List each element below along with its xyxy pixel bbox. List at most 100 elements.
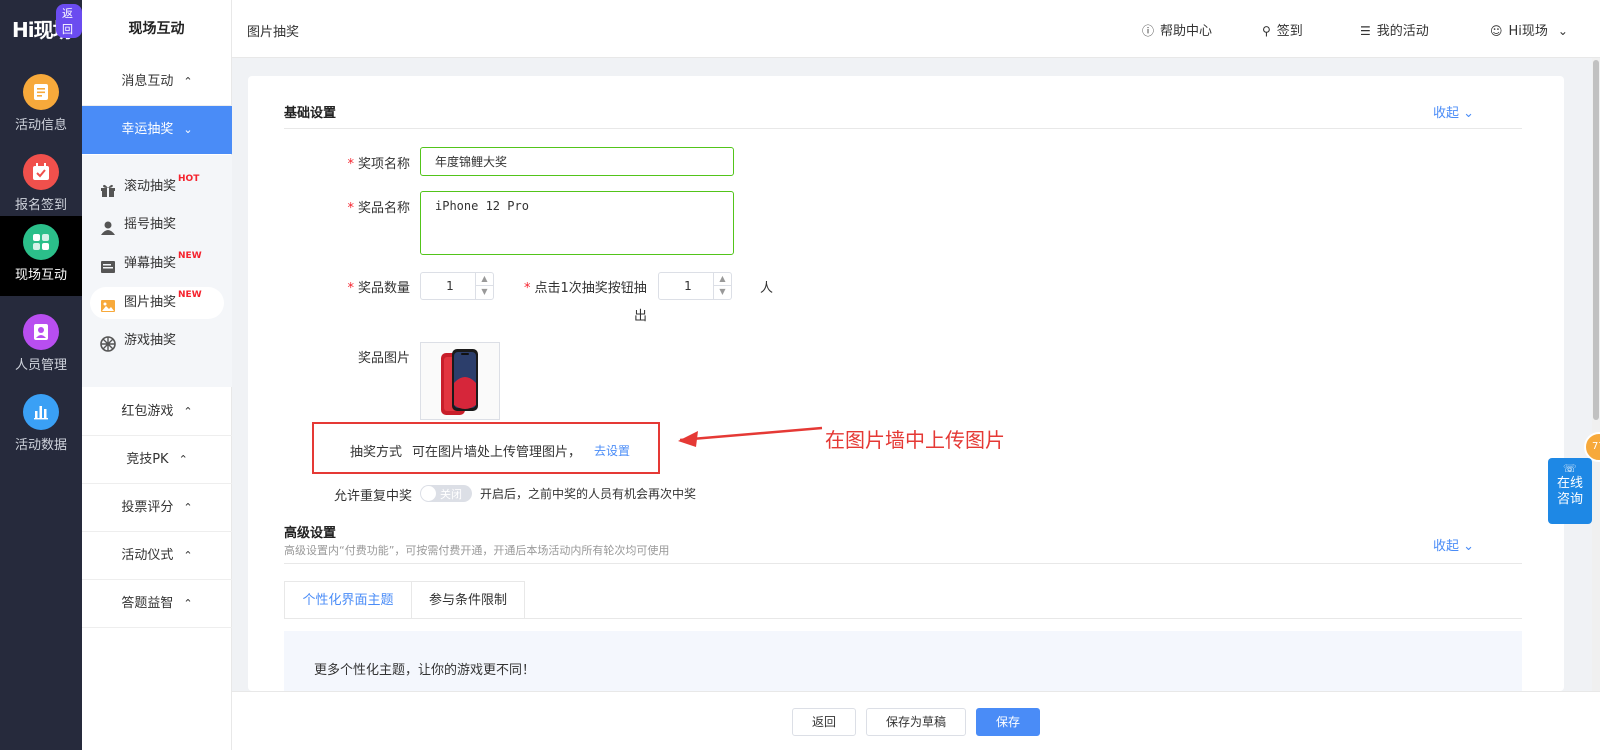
- user-icon: ☺: [1490, 24, 1503, 38]
- gift-icon: [100, 179, 118, 197]
- chevron-down-icon: ⌄: [1463, 539, 1474, 554]
- per-click-label: * 点击1次抽奖按钮抽: [524, 281, 647, 296]
- interaction-icon: [23, 224, 59, 260]
- rail-item-activity-info[interactable]: 活动信息: [0, 66, 82, 146]
- save-button[interactable]: 保存: [976, 708, 1040, 736]
- chevron-up-icon: ⌃: [183, 501, 193, 514]
- chevron-up-icon: ⌃: [183, 549, 193, 562]
- checkin-link[interactable]: ⚲ 签到: [1262, 20, 1303, 39]
- allow-repeat-label: 允许重复中奖: [333, 489, 412, 504]
- draw-method-text: 可在图片墙处上传管理图片，: [412, 445, 582, 460]
- app-rail: Hi现场 返回 活动信息 报名签到 现场互动 人员管理 活动数据: [0, 0, 82, 750]
- menu-group-message[interactable]: 消息互动 ⌃: [82, 58, 232, 106]
- prize-item-input[interactable]: [420, 147, 734, 176]
- prize-name-label: * 奖品名称: [347, 201, 410, 216]
- list-icon: ☰: [1360, 24, 1371, 38]
- draw-method-label: 抽奖方式: [349, 445, 402, 460]
- basic-collapse-button[interactable]: 收起 ⌄: [1433, 102, 1474, 121]
- calendar-check-icon: [23, 154, 59, 190]
- bar-chart-icon: [23, 394, 59, 430]
- divider: [284, 128, 1522, 129]
- breadcrumb: 图片抽奖: [247, 25, 300, 40]
- help-center-link[interactable]: ⓘ 帮助中心: [1142, 20, 1212, 39]
- sidebar-item-barrage-draw[interactable]: 弹幕抽奖 NEW: [90, 248, 224, 280]
- tab-theme[interactable]: 个性化界面主题: [284, 581, 412, 619]
- image-icon: [100, 295, 118, 312]
- person-card-icon: [23, 314, 59, 350]
- menu-group-ceremony[interactable]: 活动仪式 ⌃: [82, 532, 232, 580]
- menu-group-lucky-draw[interactable]: 幸运抽奖 ⌄: [82, 106, 232, 154]
- advanced-collapse-button[interactable]: 收起 ⌄: [1433, 535, 1474, 554]
- basic-settings-title: 基础设置: [284, 106, 337, 121]
- rail-item-data[interactable]: 活动数据: [0, 386, 82, 466]
- top-bar: 图片抽奖 ⓘ 帮助中心 ⚲ 签到 ☰ 我的活动 ☺ Hi现场 ⌄: [232, 0, 1600, 58]
- annotation-text: 在图片墙中上传图片: [825, 428, 1005, 452]
- allow-repeat-hint: 开启后，之前中奖的人员有机会再次中奖: [480, 487, 697, 501]
- menu-group-redpacket[interactable]: 红包游戏 ⌃: [82, 388, 232, 436]
- per-click-label-wrap: 出: [634, 309, 648, 324]
- sidebar-item-game-draw[interactable]: 游戏抽奖: [90, 325, 224, 357]
- decrement-icon[interactable]: ▼: [476, 286, 493, 298]
- go-settings-link[interactable]: 去设置: [594, 442, 630, 459]
- prize-image-thumbnail[interactable]: [420, 342, 500, 420]
- back-button[interactable]: 返回: [792, 708, 856, 736]
- advanced-settings-title: 高级设置: [284, 526, 337, 541]
- sidebar-item-lottery-number[interactable]: 摇号抽奖: [90, 209, 224, 241]
- headset-icon: ☏: [1563, 462, 1577, 475]
- tab-underline: [284, 618, 1522, 619]
- advanced-settings-desc: 高级设置内“付费功能”，可按需付费开通，开通后本场活动内所有轮次均可使用: [284, 544, 670, 557]
- new-tag: NEW: [178, 251, 202, 261]
- theme-promo-text: 更多个性化主题，让你的游戏更不同！: [314, 663, 536, 678]
- info-icon: ⓘ: [1142, 24, 1155, 38]
- user-menu[interactable]: ☺ Hi现场 ⌄: [1490, 20, 1574, 39]
- document-icon: [23, 74, 59, 110]
- main-panel: 基础设置 收起 ⌄ *奖项名称 *奖品名称 iPhone 12 Pro *奖品数…: [248, 76, 1564, 691]
- phone-image: [441, 349, 478, 415]
- divider: [284, 563, 1522, 564]
- chevron-down-icon: ⌄: [183, 123, 193, 136]
- secondary-sidebar: 现场互动 消息互动 ⌃ 幸运抽奖 ⌄ 滚动抽奖 HOT 摇号抽奖 弹幕抽奖 NEW 图片…: [82, 0, 232, 750]
- footer-bar: 返回 保存为草稿 保存: [232, 691, 1600, 750]
- increment-icon[interactable]: ▲: [714, 273, 731, 286]
- prize-image-label: 奖品图片: [357, 351, 410, 366]
- quantity-label: * 奖品数量: [347, 281, 410, 296]
- rail-item-people[interactable]: 人员管理: [0, 306, 82, 386]
- my-activity-link[interactable]: ☰ 我的活动: [1360, 20, 1429, 39]
- theme-panel: 更多个性化主题，让你的游戏更不同！: [284, 631, 1522, 691]
- tab-conditions[interactable]: 参与条件限制: [411, 581, 525, 619]
- rail-item-signup[interactable]: 报名签到: [0, 146, 82, 226]
- sidebar-item-image-draw[interactable]: 图片抽奖 NEW: [90, 287, 224, 319]
- wheel-icon: [100, 333, 118, 352]
- rail-item-interaction[interactable]: 现场互动: [0, 216, 82, 296]
- chevron-down-icon: ⌄: [1557, 24, 1568, 38]
- quantity-stepper[interactable]: 1 ▲ ▼: [420, 272, 494, 300]
- online-consult-button[interactable]: ☏ 在线 咨询: [1548, 458, 1592, 524]
- chevron-up-icon: ⌃: [178, 453, 188, 466]
- decrement-icon[interactable]: ▼: [714, 286, 731, 298]
- prize-item-label: * 奖项名称: [347, 157, 410, 172]
- barrage-icon: [100, 256, 118, 273]
- location-pin-icon: ⚲: [1262, 24, 1271, 38]
- chevron-up-icon: ⌃: [183, 75, 193, 88]
- sidebar-item-scroll-draw[interactable]: 滚动抽奖 HOT: [90, 171, 224, 203]
- increment-icon[interactable]: ▲: [476, 273, 493, 286]
- per-click-unit: 人: [760, 281, 774, 296]
- menu-group-vote[interactable]: 投票评分 ⌃: [82, 484, 232, 532]
- chevron-up-icon: ⌃: [183, 405, 193, 418]
- chevron-down-icon: ⌄: [1463, 106, 1474, 121]
- back-badge[interactable]: 返回: [56, 4, 82, 38]
- prize-name-textarea[interactable]: iPhone 12 Pro: [420, 191, 734, 255]
- lucky-draw-submenu: 滚动抽奖 HOT 摇号抽奖 弹幕抽奖 NEW 图片抽奖 NEW 游戏抽奖: [82, 155, 232, 387]
- user-icon: [100, 217, 118, 235]
- menu-group-pk[interactable]: 竞技PK ⌃: [82, 436, 232, 484]
- chevron-up-icon: ⌃: [183, 597, 193, 610]
- scrollbar-thumb[interactable]: [1593, 60, 1599, 420]
- per-click-stepper[interactable]: 1 ▲ ▼: [658, 272, 732, 300]
- annotation-arrow: [678, 426, 823, 447]
- allow-repeat-toggle[interactable]: 关闭: [420, 485, 472, 502]
- hot-tag: HOT: [178, 174, 200, 184]
- menu-group-quiz[interactable]: 答题益智 ⌃: [82, 580, 232, 628]
- save-draft-button[interactable]: 保存为草稿: [866, 708, 966, 736]
- sidebar-title: 现场互动: [128, 21, 185, 37]
- new-tag: NEW: [178, 290, 202, 300]
